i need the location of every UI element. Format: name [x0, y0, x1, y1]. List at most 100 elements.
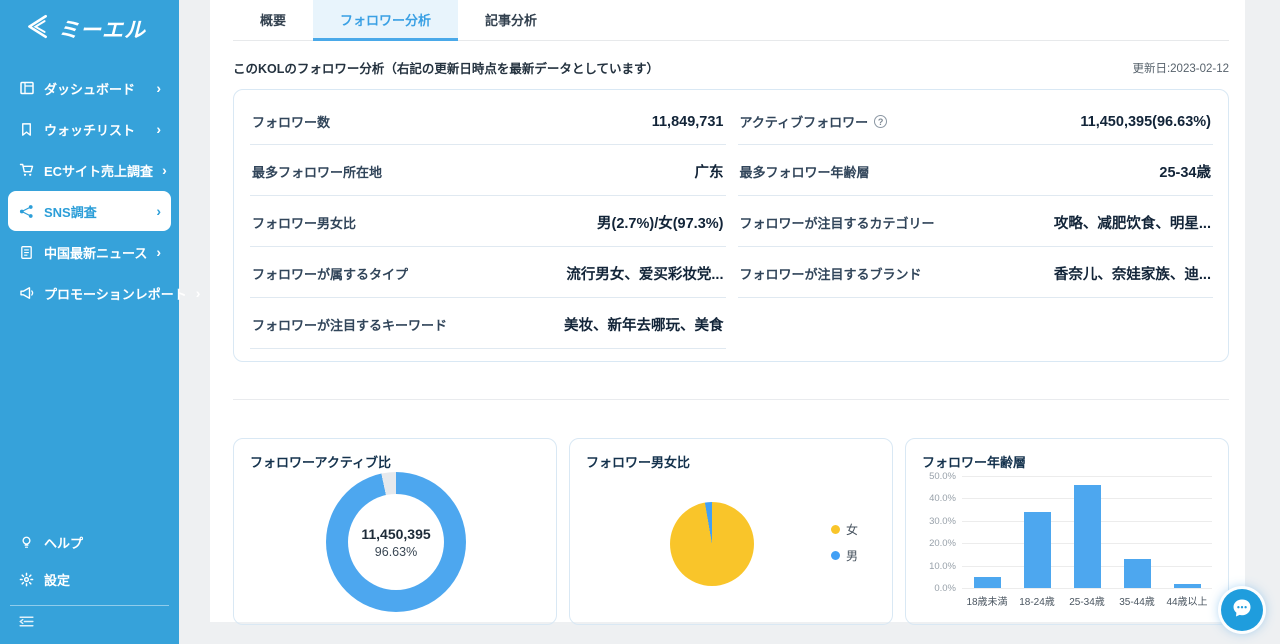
- help-icon[interactable]: [874, 115, 887, 128]
- follower-stats-card: フォロワー数11,849,731最多フォロワー所在地广东フォロワー男女比男(2.…: [233, 89, 1229, 362]
- stat-row: フォロワー男女比男(2.7%)/女(97.3%): [250, 196, 726, 247]
- sidebar-item-label: ECサイト売上調査: [44, 161, 153, 180]
- age-distribution-chart-card: フォロワー年齢層 50.0%40.0%30.0%20.0%10.0%0.0% 1…: [905, 438, 1229, 625]
- stat-value: 香奈儿、奈娃家族、迪...: [1054, 263, 1211, 284]
- sidebar-item-settings[interactable]: 設定: [8, 561, 171, 597]
- app-logo[interactable]: ミーエル: [0, 0, 179, 44]
- sidebar: ミーエル ダッシュボード ウォッチリスト ECサイト売上調査 SNS調査 中国最…: [0, 0, 179, 644]
- sidebar-item-label: ヘルプ: [44, 533, 83, 552]
- chevron-right-icon: [156, 81, 161, 95]
- gear-icon: [18, 571, 35, 588]
- sidebar-item-label: SNS調査: [44, 202, 97, 221]
- bar-slot: [1062, 476, 1112, 588]
- x-axis-label: 25-34歳: [1062, 593, 1112, 608]
- stat-row: フォロワーが注目するカテゴリー攻略、减肥饮食、明星...: [738, 196, 1214, 247]
- bar: [1024, 512, 1051, 588]
- legend-dot: [831, 551, 840, 560]
- chevron-right-icon: [156, 245, 161, 259]
- grid-line: [962, 588, 1212, 589]
- sidebar-item-dashboard[interactable]: ダッシュボード: [8, 68, 171, 108]
- stat-value: 流行男女、爱买彩妆党...: [566, 263, 723, 284]
- sidebar-item-help[interactable]: ヘルプ: [8, 524, 171, 560]
- sidebar-item-label: プロモーションレポート: [44, 284, 187, 303]
- x-axis-label: 18歳未満: [962, 593, 1012, 608]
- charts-row: フォロワーアクティブ比 11,450,395 96.63% フォロワー男女比 女…: [233, 438, 1229, 625]
- legend-item[interactable]: 女: [831, 521, 858, 538]
- bar-slot: [1112, 476, 1162, 588]
- cart-icon: [18, 162, 35, 179]
- chart-title: フォロワーアクティブ比: [250, 452, 540, 471]
- stat-value: 11,450,395(96.63%): [1080, 114, 1211, 130]
- pie-legend: 女男: [831, 521, 858, 564]
- sidebar-item-label: 中国最新ニュース: [44, 243, 147, 262]
- y-tick-label: 40.0%: [916, 493, 956, 504]
- sidebar-divider: [10, 605, 169, 606]
- stat-label: 最多フォロワー所在地: [252, 162, 382, 181]
- sidebar-footer: ヘルプ 設定: [0, 523, 179, 638]
- bar: [1124, 559, 1151, 588]
- section-divider: [233, 399, 1229, 400]
- bar: [1174, 584, 1201, 588]
- donut-value: 11,450,395: [361, 526, 430, 542]
- chat-support-button[interactable]: [1221, 589, 1263, 631]
- stat-label: フォロワーが属するタイプ: [252, 264, 408, 283]
- stat-row: フォロワーが注目するブランド 香奈儿、奈娃家族、迪...: [738, 247, 1214, 298]
- gender-ratio-chart-card: フォロワー男女比 女男: [569, 438, 893, 625]
- donut-center-label: 11,450,395 96.63%: [326, 472, 466, 612]
- analysis-tabbar: 概要 フォロワー分析 記事分析: [233, 0, 1229, 41]
- stat-value: 25-34歳: [1159, 161, 1211, 182]
- bars: [962, 476, 1212, 588]
- x-axis-label: 18-24歳: [1012, 593, 1062, 608]
- bar-slot: [1162, 476, 1212, 588]
- bar: [1074, 485, 1101, 588]
- sidebar-item-ec-research[interactable]: ECサイト売上調査: [8, 150, 171, 190]
- dashboard-icon: [18, 80, 35, 97]
- sidebar-item-label: 設定: [44, 570, 70, 589]
- legend-dot: [831, 525, 840, 534]
- sidebar-item-label: ダッシュボード: [44, 79, 135, 98]
- y-tick-label: 0.0%: [916, 583, 956, 594]
- y-tick-label: 10.0%: [916, 561, 956, 572]
- page-title: このKOLのフォロワー分析（右記の更新日時点を最新データとしています）: [233, 58, 659, 77]
- stat-row: アクティブフォロワー 11,450,395(96.63%): [738, 96, 1214, 145]
- stat-value: 攻略、减肥饮食、明星...: [1054, 212, 1211, 233]
- tab-article-analysis[interactable]: 記事分析: [458, 0, 564, 41]
- stat-label: 最多フォロワー年齢層: [740, 162, 870, 181]
- collapse-icon: [18, 613, 35, 635]
- legend-label: 女: [846, 521, 858, 538]
- chart-title: フォロワー男女比: [586, 452, 876, 471]
- logo-text: ミーエル: [58, 14, 146, 44]
- chevron-right-icon: [196, 286, 201, 300]
- y-tick-label: 50.0%: [916, 471, 956, 482]
- x-axis-label: 35-44歳: [1112, 593, 1162, 608]
- sidebar-item-china-news[interactable]: 中国最新ニュース: [8, 232, 171, 272]
- sidebar-item-watchlist[interactable]: ウォッチリスト: [8, 109, 171, 149]
- stat-value: 11,849,731: [652, 114, 724, 130]
- main-panel: 概要 フォロワー分析 記事分析 このKOLのフォロワー分析（右記の更新日時点を最…: [210, 0, 1245, 622]
- tab-follower-analysis[interactable]: フォロワー分析: [313, 0, 458, 41]
- x-axis-labels: 18歳未満18-24歳25-34歳35-44歳44歳以上: [962, 593, 1212, 608]
- updated-date: 更新日:2023-02-12: [1132, 60, 1229, 76]
- logo-icon: [24, 13, 50, 44]
- legend-item[interactable]: 男: [831, 547, 858, 564]
- sidebar-item-sns-research[interactable]: SNS調査: [8, 191, 171, 231]
- legend-label: 男: [846, 547, 858, 564]
- sidebar-item-promotion-report[interactable]: プロモーションレポート: [8, 273, 171, 313]
- chart-title: フォロワー年齢層: [922, 452, 1212, 471]
- chat-icon: [1230, 596, 1254, 625]
- stat-label: フォロワーが注目するブランド: [740, 264, 922, 283]
- x-axis-label: 44歳以上: [1162, 593, 1212, 608]
- stat-label: アクティブフォロワー: [740, 112, 888, 131]
- news-icon: [18, 244, 35, 261]
- stat-row: 最多フォロワー年齢層 25-34歳: [738, 145, 1214, 196]
- lightbulb-icon: [18, 534, 35, 551]
- tab-overview[interactable]: 概要: [233, 0, 313, 41]
- stat-value: 美妆、新年去哪玩、美食: [564, 314, 724, 335]
- stat-label: フォロワー数: [252, 112, 330, 131]
- stats-column-left: フォロワー数11,849,731最多フォロワー所在地广东フォロワー男女比男(2.…: [250, 96, 726, 349]
- sidebar-item-label: ウォッチリスト: [44, 120, 135, 139]
- active-ratio-chart-card: フォロワーアクティブ比 11,450,395 96.63%: [233, 438, 557, 625]
- bar-slot: [962, 476, 1012, 588]
- stat-row: フォロワーが注目するキーワード美妆、新年去哪玩、美食: [250, 298, 726, 349]
- collapse-sidebar-button[interactable]: [0, 610, 179, 638]
